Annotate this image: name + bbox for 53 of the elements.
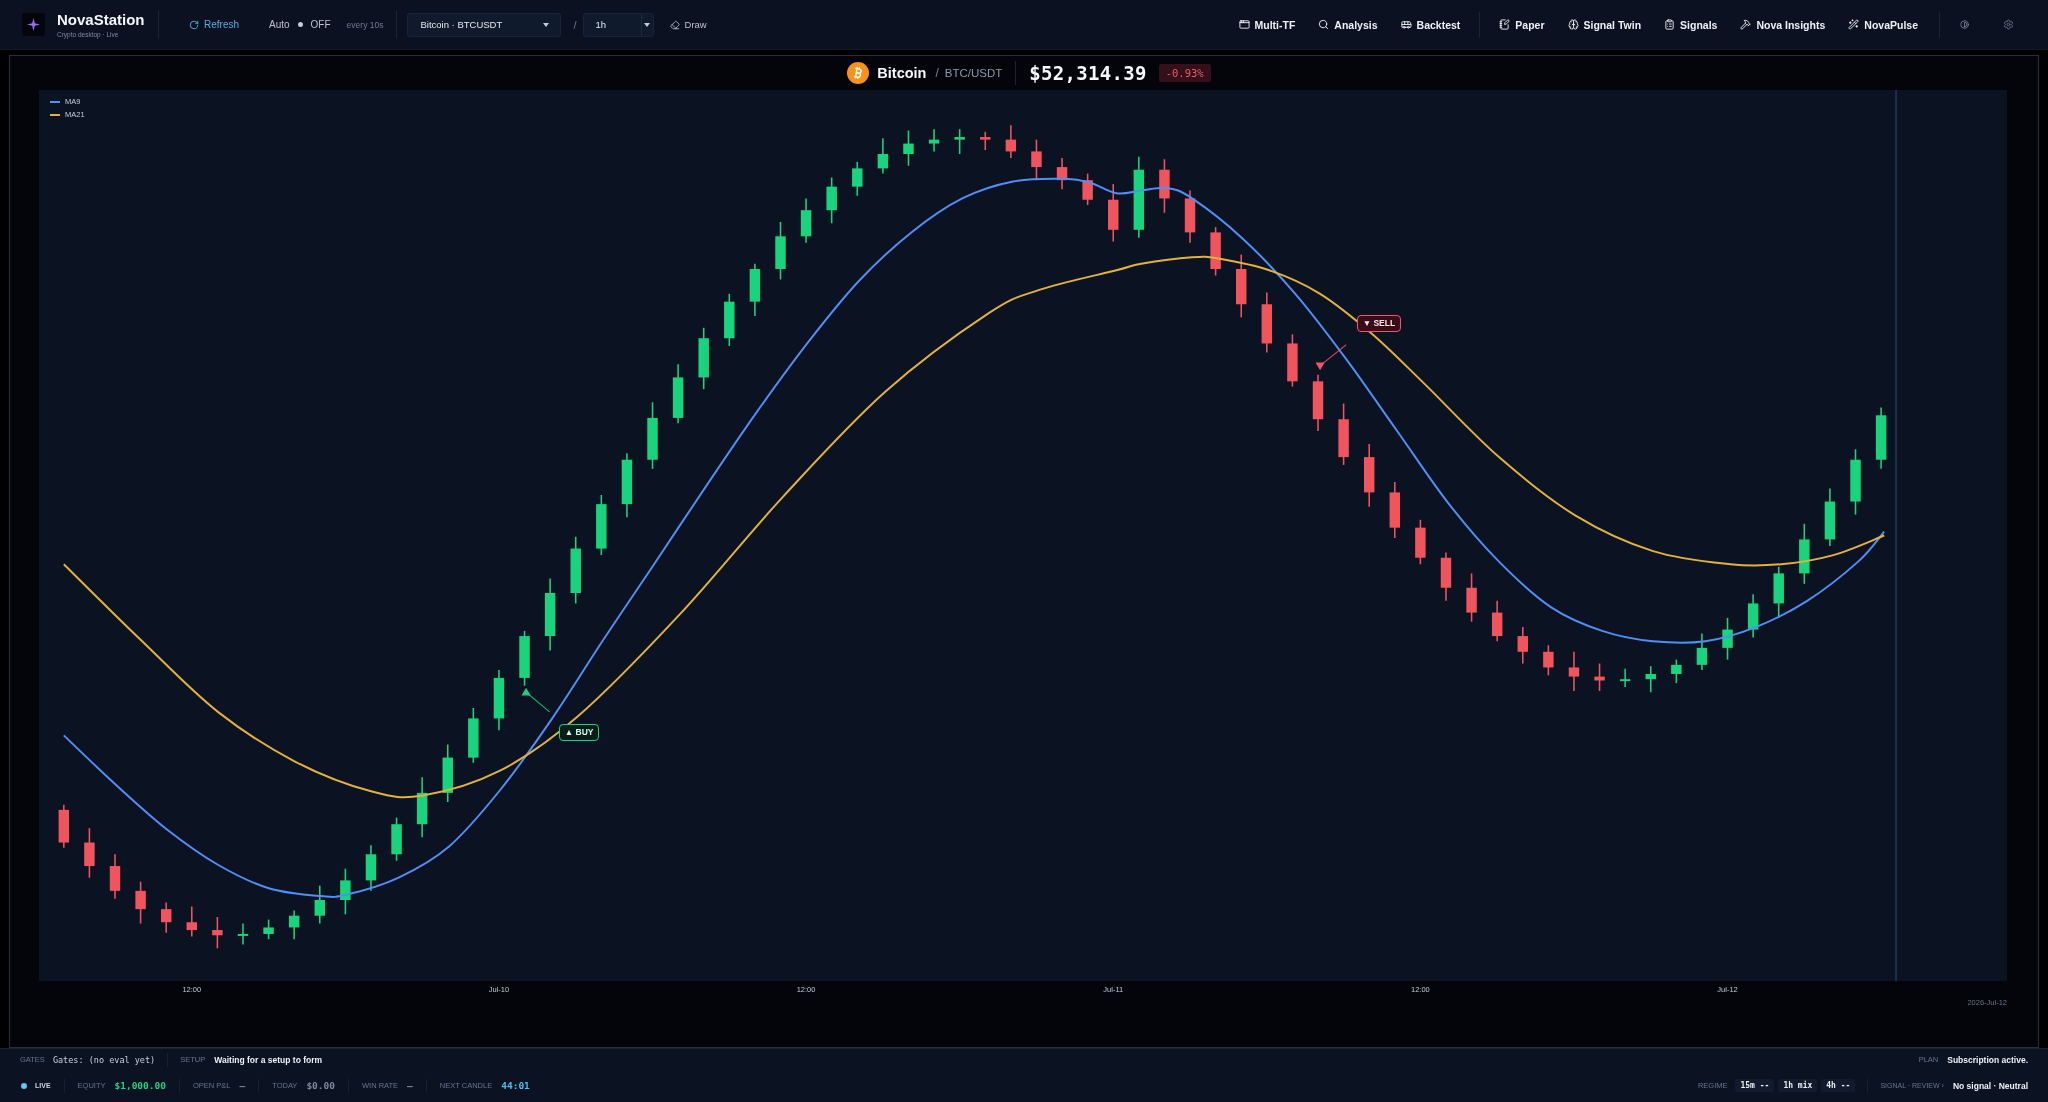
coin-name: Bitcoin [877, 65, 927, 81]
price-text: $52,314.39 [1029, 62, 1147, 84]
settings-icon[interactable] [2003, 19, 2014, 30]
caret-icon [543, 22, 550, 27]
search-icon [1318, 19, 1330, 30]
signal-value: No signal · Neutral [1952, 1080, 2028, 1091]
symbol-select[interactable]: Bitcoin · BTCUSDT [407, 12, 562, 37]
sparkle-logo-icon [22, 13, 45, 36]
buy-signal-tag: ▲ BUY [558, 723, 600, 741]
nav-button[interactable]: Analysis [1315, 14, 1381, 35]
regime-chip: 4h -- [1821, 1079, 1856, 1092]
refresh-button[interactable]: Refresh [185, 16, 243, 33]
app-name: NovaStation [57, 10, 146, 28]
nav-button[interactable]: Backtest [1397, 14, 1464, 35]
bitcoin-coin-icon [847, 62, 870, 84]
brain-icon [1567, 19, 1579, 30]
slash-separator: / [935, 66, 939, 80]
plan-value: Subscription active. [1947, 1054, 2028, 1065]
timeframe-select[interactable]: 1h [582, 12, 654, 37]
signal-pointer [521, 687, 551, 713]
wand-icon [1848, 19, 1860, 30]
nav-button[interactable]: Nova Insights [1737, 14, 1829, 35]
setup-value: Waiting for a setup to form [214, 1054, 323, 1065]
clipboard-icon [1664, 19, 1676, 30]
regime-chip: 1h mix [1778, 1079, 1818, 1092]
refresh-icon [189, 19, 199, 30]
metric-value: $0.00 [306, 1080, 335, 1091]
metric-value: 44:01 [501, 1080, 530, 1091]
metric-value: — [407, 1080, 413, 1091]
nav-button[interactable]: NovaPulse [1845, 14, 1921, 35]
nav-button[interactable]: Signals [1661, 14, 1721, 35]
contrast-icon[interactable] [1960, 20, 1969, 29]
bus-icon [1400, 19, 1412, 30]
regime-chip: 15m -- [1735, 1079, 1775, 1092]
signal-pointer [1315, 344, 1347, 371]
metric-value: $1,000.00 [114, 1080, 166, 1091]
eraser-icon [669, 19, 680, 30]
pair-symbol: BTC/USDT [944, 67, 1003, 79]
nav-button[interactable]: Paper [1496, 14, 1548, 35]
draw-button[interactable]: Draw [666, 16, 710, 33]
sell-signal-tag: ▼ SELL [1356, 314, 1402, 332]
change-badge: -0.93% [1158, 64, 1211, 82]
nav-button[interactable]: Multi-TF [1235, 14, 1299, 35]
metric-value: — [239, 1080, 246, 1091]
gates-value: Gates: (no eval yet) [52, 1054, 156, 1065]
hammer-icon [1740, 19, 1752, 30]
notepad-icon [1499, 19, 1511, 30]
auto-refresh-toggle[interactable]: Auto OFF [267, 16, 333, 33]
window-icon [1238, 19, 1250, 30]
caret-icon [644, 22, 650, 27]
interval-text: every 10s [346, 19, 384, 30]
slash-separator: / [573, 18, 577, 31]
nav-button[interactable]: Signal Twin [1564, 14, 1645, 35]
